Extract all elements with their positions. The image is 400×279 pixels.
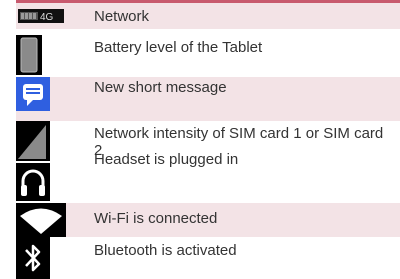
icon-cell <box>16 161 80 203</box>
description-text: New short message <box>94 79 227 96</box>
svg-text:4G: 4G <box>40 12 54 23</box>
message-icon <box>16 77 50 111</box>
table-row: Battery level of the Tablet <box>16 29 400 77</box>
battery-icon <box>16 35 42 75</box>
description-text: Battery level of the Tablet <box>94 39 263 56</box>
description-text: Bluetooth is activated <box>94 242 237 259</box>
status-icon-table: 4G Network Battery level of the Tablet N… <box>16 3 400 279</box>
table-row: 4G Network <box>16 3 400 29</box>
icon-cell <box>16 203 80 237</box>
headset-icon <box>16 163 50 201</box>
network-4g-icon: 4G <box>18 9 64 23</box>
icon-cell <box>16 121 80 161</box>
icon-cell <box>16 29 80 77</box>
signal-strength-icon <box>16 121 50 161</box>
icon-cell <box>16 77 80 121</box>
table-row: New short message <box>16 77 400 121</box>
description-text: Network <box>94 8 150 25</box>
description-text: Headset is plugged in <box>94 151 239 168</box>
description-text: Wi-Fi is connected <box>94 210 218 227</box>
table-row: Wi-Fi is connected <box>16 203 400 237</box>
wifi-icon <box>16 203 66 237</box>
table-row: Bluetooth is activated <box>16 237 400 279</box>
bluetooth-icon <box>16 237 50 279</box>
table-row: Headset is plugged in <box>16 151 400 203</box>
icon-cell: 4G <box>16 3 80 29</box>
icon-cell <box>16 237 80 279</box>
